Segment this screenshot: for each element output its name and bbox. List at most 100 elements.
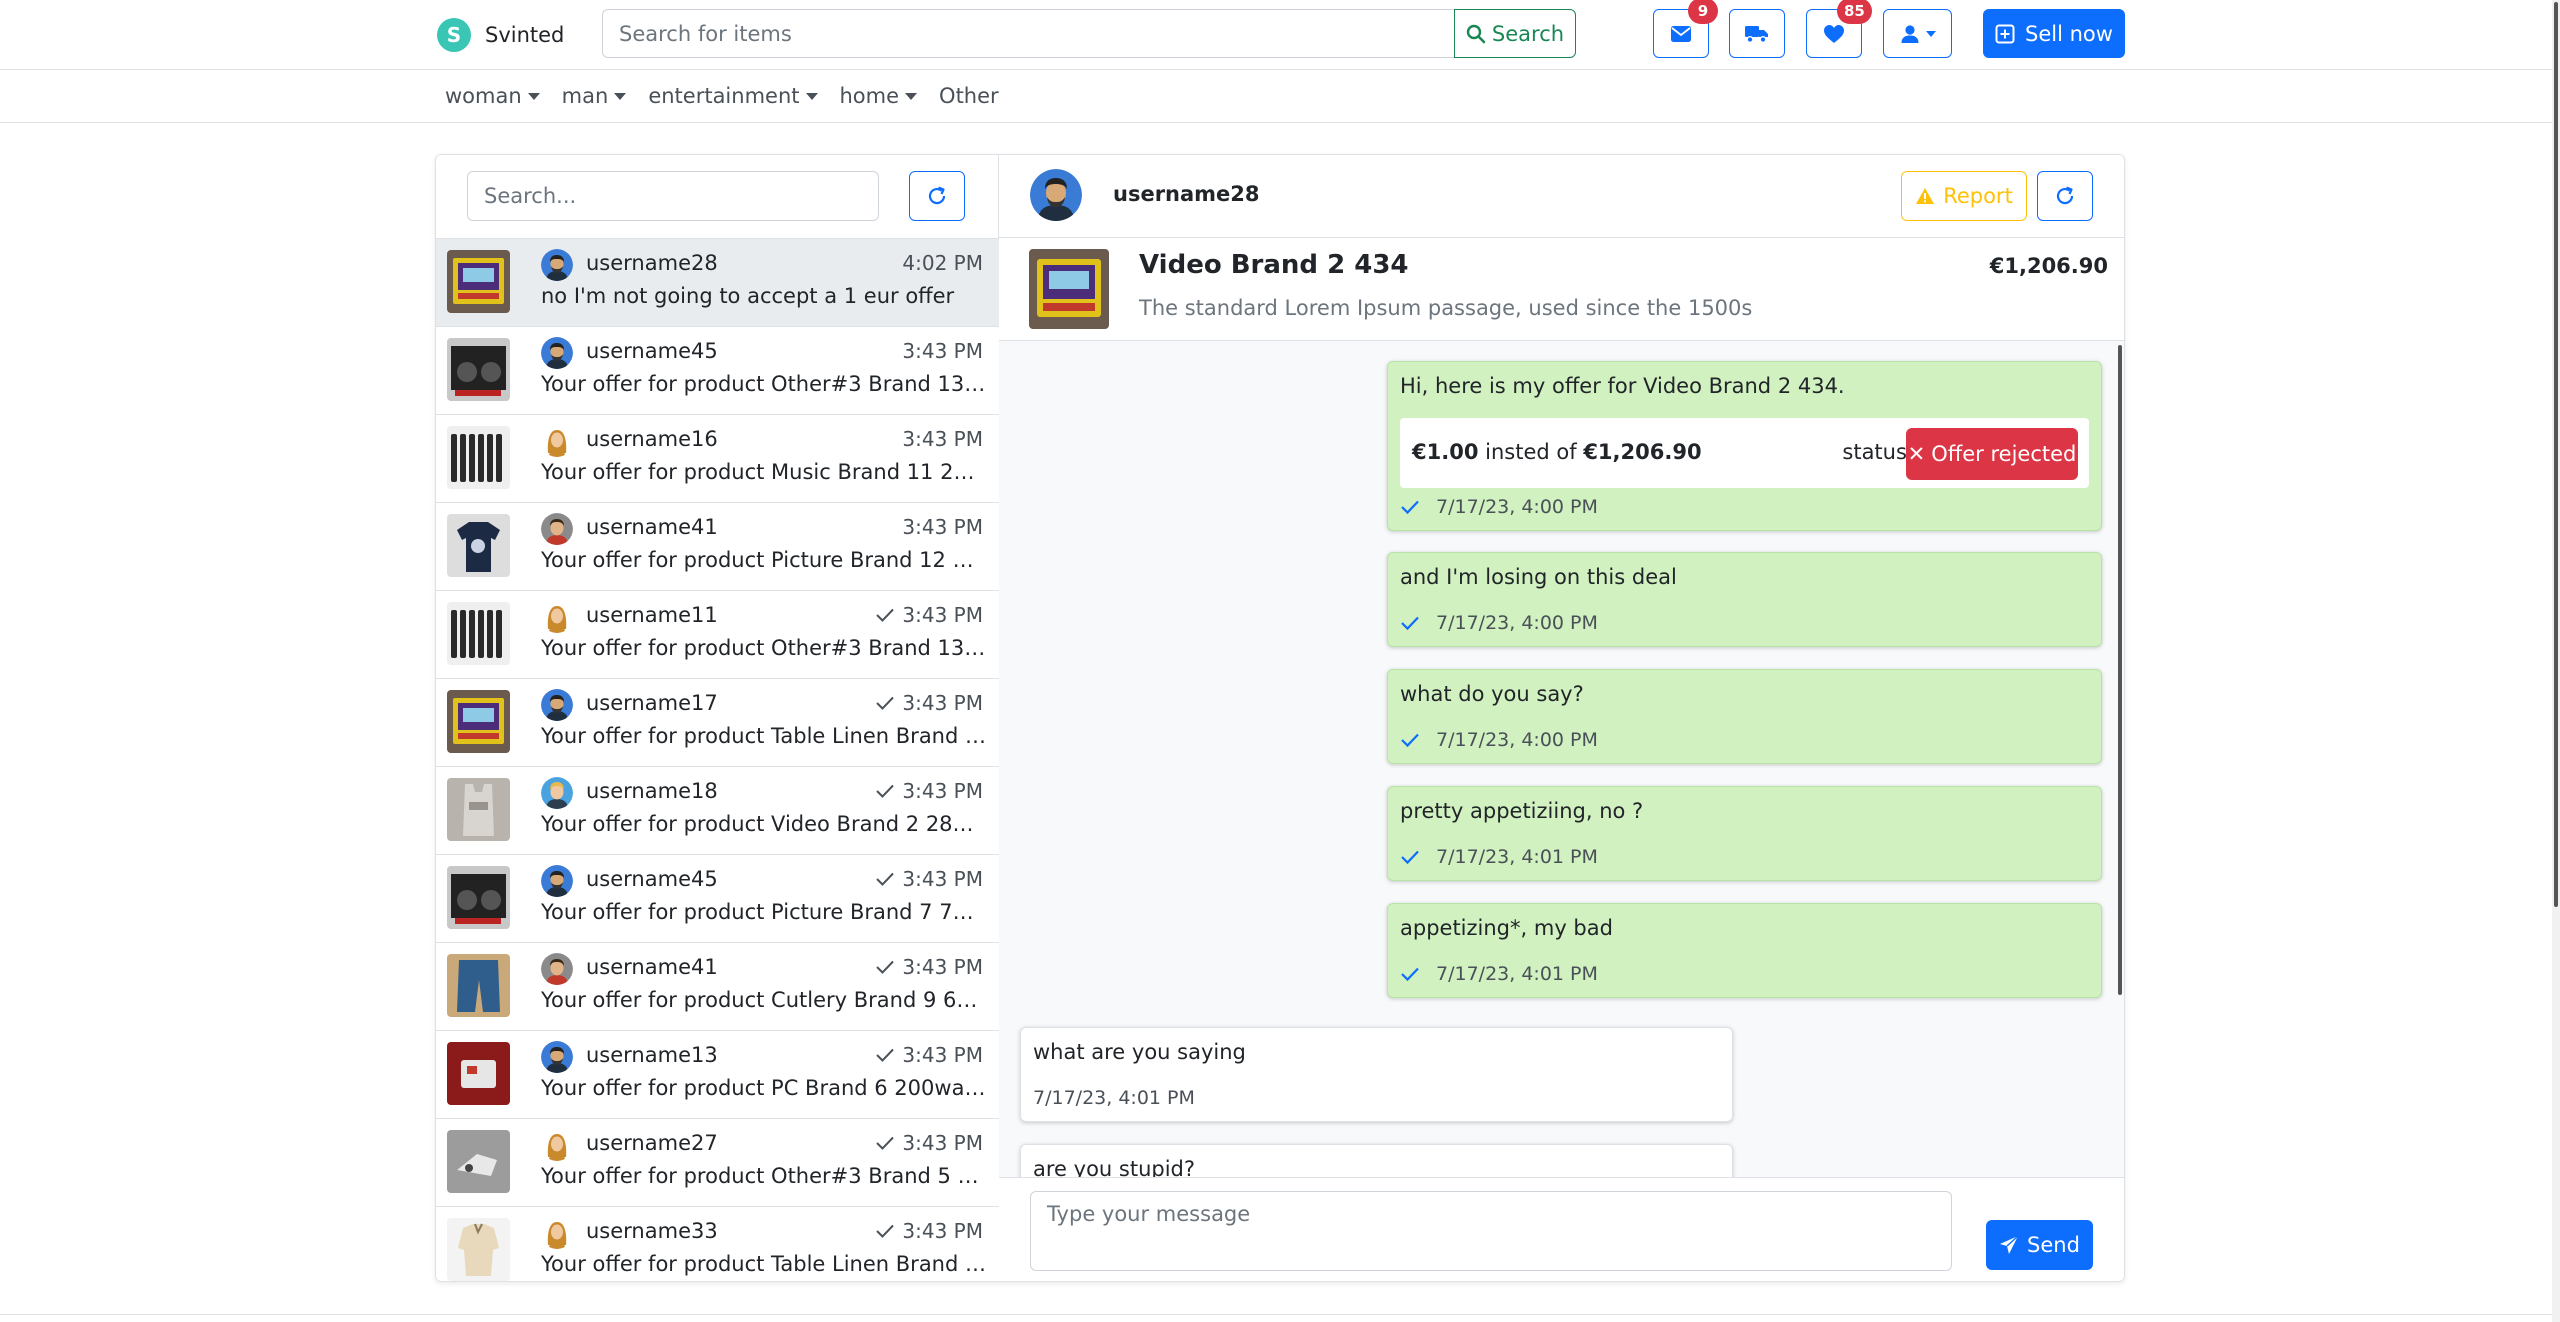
send-button[interactable]: Send <box>1986 1220 2093 1270</box>
report-button[interactable]: Report <box>1901 171 2027 221</box>
favorites-badge: 85 <box>1837 0 1872 24</box>
conversation-item[interactable]: username27 3:43 PM Your offer for product … <box>436 1119 999 1207</box>
conversation-item[interactable]: username33 3:43 PM Your offer for product … <box>436 1207 999 1281</box>
conversation-item[interactable]: username13 3:43 PM Your offer for product … <box>436 1031 999 1119</box>
check-icon <box>1401 500 1419 515</box>
conversation-search-input[interactable] <box>467 171 879 221</box>
message-text: pretty appetiziing, no ? <box>1400 799 1644 823</box>
avatar[interactable] <box>1030 169 1082 221</box>
search-icon <box>1466 24 1486 43</box>
refresh-conversations-button[interactable] <box>909 171 965 221</box>
caret-down-icon <box>614 92 627 100</box>
thread-scrollbar-thumb[interactable] <box>2118 345 2122 995</box>
brand-link[interactable]: S Svinted <box>437 18 564 52</box>
search-button[interactable]: Search <box>1454 9 1576 58</box>
category-woman[interactable]: woman <box>445 84 540 108</box>
conversation-username: username41 <box>586 515 718 539</box>
conversation-preview: Your offer for product Other#3 Brand 13 … <box>541 372 986 396</box>
category-label: Other <box>939 84 999 108</box>
product-summary[interactable]: Video Brand 2 434 The standard Lorem Ips… <box>999 238 2124 341</box>
conversation-username: username11 <box>586 603 718 627</box>
conversation-username: username33 <box>586 1219 718 1243</box>
offer-status-text: Offer rejected <box>1931 442 2077 466</box>
offer-status-label: status: <box>1842 440 1914 464</box>
conversation-item[interactable]: username28 4:02 PM no I'm not going to acc… <box>436 239 999 327</box>
paper-plane-icon <box>2000 1235 2019 1254</box>
conversation-username: username18 <box>586 779 718 803</box>
message-input[interactable] <box>1030 1191 1952 1271</box>
sent-message: pretty appetiziing, no ? 7/17/23, 4:01 PM <box>1387 786 2102 881</box>
category-man[interactable]: man <box>562 84 627 108</box>
category-entertainment[interactable]: entertainment <box>648 84 818 108</box>
user-icon <box>1901 24 1918 43</box>
conversation-preview: Your offer for product PC Brand 6 200was… <box>541 1076 986 1100</box>
navbar-divider <box>0 69 2560 70</box>
avatar <box>541 513 573 545</box>
chat-username[interactable]: username28 <box>1113 182 1260 206</box>
conversation-time: 3:43 PM <box>876 603 983 627</box>
category-home[interactable]: home <box>840 84 918 108</box>
conversation-item[interactable]: username17 3:43 PM Your offer for product … <box>436 679 999 767</box>
conversation-preview: Your offer for product Other#3 Brand 5 4… <box>541 1164 986 1188</box>
truck-icon <box>1745 25 1768 43</box>
conversation-time: 3:43 PM <box>902 339 983 363</box>
received-message: what are you saying 7/17/23, 4:01 PM <box>1020 1027 1733 1122</box>
sell-now-button[interactable]: Sell now <box>1983 9 2125 58</box>
category-label: home <box>839 84 900 108</box>
conversation-list: username28 4:02 PM no I'm not going to acc… <box>436 238 999 1281</box>
offer-details: €1.00 insted of €1,206.90 status: ✕ Offer r… <box>1400 418 2089 488</box>
product-thumbnail[interactable] <box>1029 249 1109 329</box>
orders-button[interactable] <box>1729 9 1785 58</box>
product-price: €1,206.90 <box>1989 254 2108 278</box>
brand-name: Svinted <box>485 23 565 47</box>
offer-message: Hi, here is my offer for Video Brand 2 4… <box>1387 361 2102 531</box>
account-menu-button[interactable] <box>1883 9 1952 58</box>
conversation-time-label: 3:43 PM <box>902 427 983 451</box>
message-meta: 7/17/23, 4:00 PM <box>1400 496 1598 518</box>
avatar <box>541 777 573 809</box>
conversation-item[interactable]: username11 3:43 PM Your offer for product … <box>436 591 999 679</box>
search-group: Search <box>602 9 1576 58</box>
avatar <box>541 1217 573 1249</box>
send-label: Send <box>2027 1233 2080 1257</box>
avatar <box>541 689 573 721</box>
refresh-icon <box>2056 186 2074 205</box>
conversation-time: 3:43 PM <box>902 515 983 539</box>
product-thumbnail <box>447 602 510 665</box>
message-time: 7/17/23, 4:00 PM <box>1436 612 1598 634</box>
conversation-time: 3:43 PM <box>876 1219 983 1243</box>
message-meta: 7/17/23, 4:01 PM <box>1400 846 1598 868</box>
conversation-time-label: 3:43 PM <box>902 779 983 803</box>
product-description: The standard Lorem Ipsum passage, used s… <box>1139 296 1753 320</box>
product-thumbnail <box>447 954 510 1017</box>
search-input[interactable] <box>602 9 1454 58</box>
conversation-time-label: 3:43 PM <box>902 1043 983 1067</box>
favorites-button[interactable]: 85 <box>1806 0 1872 58</box>
caret-down-icon <box>527 92 540 100</box>
product-title[interactable]: Video Brand 2 434 <box>1139 250 1409 280</box>
avatar <box>541 865 573 897</box>
sent-message: and I'm losing on this deal 7/17/23, 4:00… <box>1387 552 2102 647</box>
conversation-preview: Your offer for product Picture Brand 7 7… <box>541 900 986 924</box>
offer-amount: €1.00 <box>1412 440 1479 464</box>
warning-icon <box>1916 188 1935 204</box>
product-thumbnail <box>447 514 510 577</box>
conversation-item[interactable]: username41 3:43 PM Your offer for product … <box>436 943 999 1031</box>
conversation-username: username45 <box>586 339 718 363</box>
message-thread[interactable]: Hi, here is my offer for Video Brand 2 4… <box>999 341 2124 1281</box>
conversation-item[interactable]: username45 3:43 PM Your offer for product … <box>436 327 999 415</box>
category-label: man <box>561 84 609 108</box>
caret-down-icon <box>805 92 818 100</box>
conversation-item[interactable]: username16 3:43 PM Your offer for product … <box>436 415 999 503</box>
conversation-item[interactable]: username41 3:43 PM Your offer for product … <box>436 503 999 591</box>
refresh-chat-button[interactable] <box>2037 171 2093 221</box>
message-meta: 7/17/23, 4:00 PM <box>1400 729 1598 751</box>
conversation-item[interactable]: username18 3:43 PM Your offer for product … <box>436 767 999 855</box>
conversation-panel: username28 4:02 PM no I'm not going to acc… <box>436 155 999 1281</box>
conversation-item[interactable]: username45 3:43 PM Your offer for product … <box>436 855 999 943</box>
message-time: 7/17/23, 4:00 PM <box>1436 496 1598 518</box>
category-other[interactable]: Other <box>939 84 999 108</box>
page-scrollbar-thumb[interactable] <box>2554 2 2558 907</box>
messages-button[interactable]: 9 <box>1653 0 1718 58</box>
conversation-time-label: 3:43 PM <box>902 955 983 979</box>
